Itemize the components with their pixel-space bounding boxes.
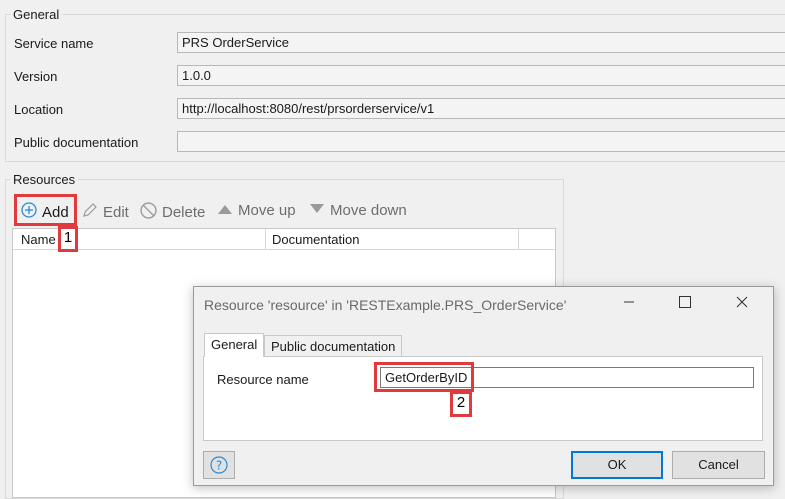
resource-dialog: Resource 'resource' in 'RESTExample.PRS_… [193,286,774,486]
location-field[interactable]: http://localhost:8080/rest/prsorderservi… [177,98,785,119]
resources-grid-header: Name Documentation [13,229,555,250]
version-field[interactable]: 1.0.0 [177,65,785,86]
location-label: Location [14,102,64,117]
help-icon: ? [210,456,228,477]
public-documentation-field[interactable] [177,131,785,152]
triangle-up-icon [217,202,233,219]
minimize-icon[interactable] [622,295,636,312]
move-down-button[interactable]: Move down [309,202,407,219]
step-1-marker: 1 [58,226,78,252]
column-divider [518,229,519,250]
delete-button[interactable]: Delete [140,202,205,223]
tab-public-documentation[interactable]: Public documentation [264,335,403,357]
add-button-highlight [14,194,77,226]
edit-button-label: Edit [103,203,129,221]
service-name-label: Service name [14,36,94,51]
resource-name-label: Resource name [217,372,309,387]
service-name-field[interactable]: PRS OrderService [177,32,785,53]
public-documentation-label: Public documentation [14,135,139,150]
step-2-marker: 2 [450,391,472,417]
cancel-button[interactable]: Cancel [672,451,765,479]
general-tab-panel: Resource name GetOrderByID [203,356,763,441]
tab-general[interactable]: General [204,333,265,357]
resources-group-title: Resources [10,172,79,187]
version-label: Version [14,69,58,84]
help-button[interactable]: ? [203,451,235,479]
pencil-icon [82,202,98,222]
move-down-button-label: Move down [330,202,407,219]
move-up-button[interactable]: Move up [217,202,296,219]
general-group-title: General [10,7,63,22]
svg-text:?: ? [216,459,222,473]
no-entry-icon [140,202,157,223]
ok-button[interactable]: OK [571,451,663,479]
column-header-name[interactable]: Name [21,232,56,247]
column-header-documentation[interactable]: Documentation [272,232,359,247]
triangle-down-icon [309,202,325,219]
column-divider [265,229,266,250]
dialog-title: Resource 'resource' in 'RESTExample.PRS_… [204,297,567,313]
delete-button-label: Delete [162,204,206,221]
resource-name-highlight [374,362,474,392]
move-up-button-label: Move up [238,202,296,219]
edit-button[interactable]: Edit [82,202,129,222]
maximize-icon[interactable] [678,295,692,312]
close-icon[interactable] [735,295,749,312]
